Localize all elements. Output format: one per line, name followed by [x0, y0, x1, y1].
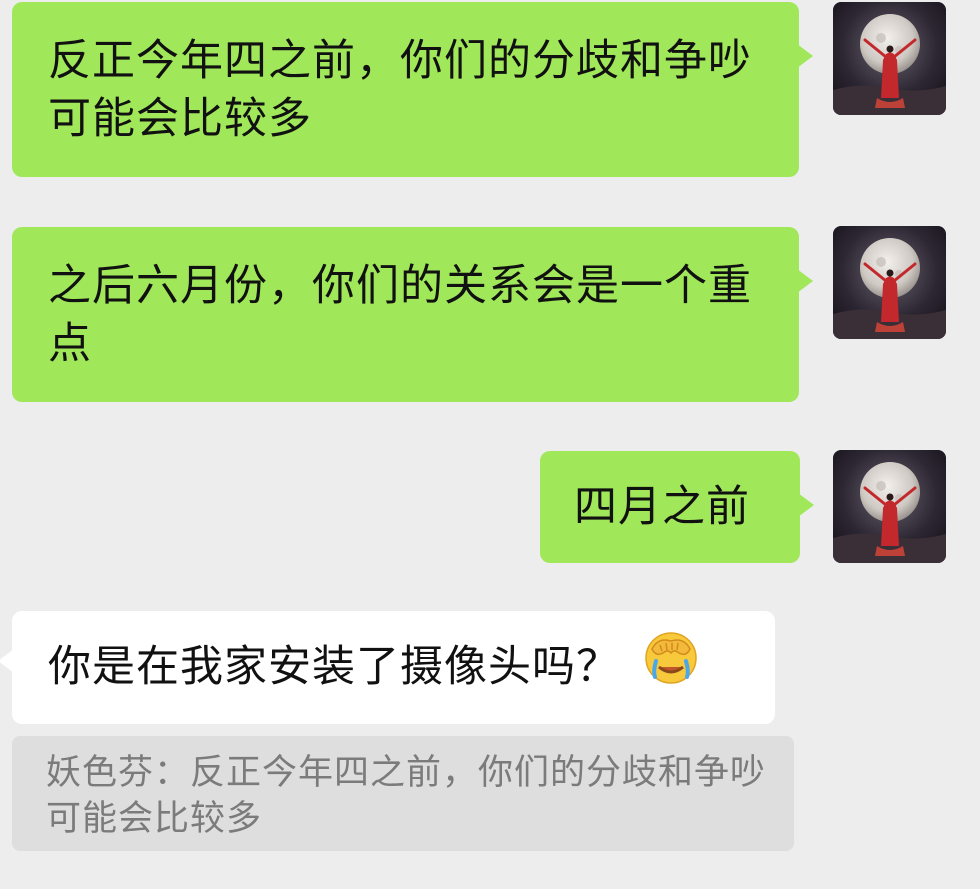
message-text: 反正今年四之前，你们的分歧和争吵可能会比较多 — [48, 36, 752, 144]
moon-woman-avatar[interactable] — [833, 226, 946, 339]
message-text: 四月之前 — [574, 482, 750, 532]
moon-woman-avatar[interactable] — [833, 2, 946, 115]
quote-text: 妖色芬：反正今年四之前，你们的分歧和争吵可能会比较多 — [46, 753, 767, 839]
message-bubble-sent[interactable]: 之后六月份，你们的关系会是一个重点 — [12, 227, 813, 402]
message-bubble-received[interactable]: 你是在我家安装了摄像头吗？ — [0, 611, 775, 724]
face-palm-crying-emoji — [644, 631, 698, 700]
avatar-image — [833, 2, 946, 115]
message-text: 你是在我家安装了摄像头吗？ — [48, 642, 620, 692]
quoted-message[interactable]: 妖色芬：反正今年四之前，你们的分歧和争吵可能会比较多 — [12, 736, 794, 851]
message-text: 之后六月份，你们的关系会是一个重点 — [48, 261, 752, 369]
message-bubble-sent[interactable]: 反正今年四之前，你们的分歧和争吵可能会比较多 — [12, 2, 813, 177]
avatar-image — [833, 226, 946, 339]
moon-woman-avatar[interactable] — [833, 450, 946, 563]
avatar-image — [833, 450, 946, 563]
message-bubble-sent[interactable]: 四月之前 — [540, 451, 814, 563]
chat-window: 反正今年四之前，你们的分歧和争吵可能会比较多 之后六月份，你们的关系会是一个重点… — [0, 0, 980, 889]
